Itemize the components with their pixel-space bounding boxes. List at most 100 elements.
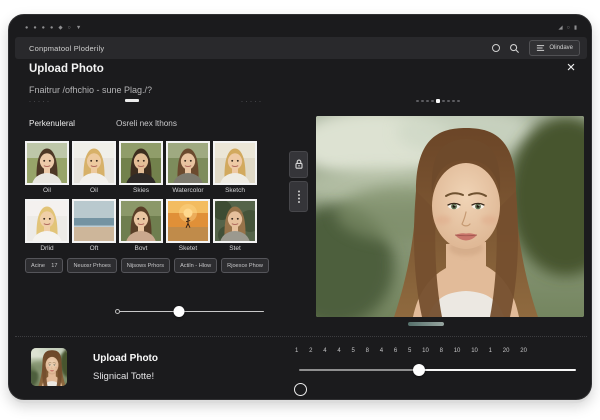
page-subtitle: Fnaitrur /ofhchio - sune Plag./? (29, 85, 153, 95)
style-thumb-image (72, 199, 116, 243)
tab-other-styles[interactable]: Osreli nex lthons (116, 119, 177, 128)
style-thumb[interactable]: Oft (72, 199, 116, 252)
style-row-1: Oil Oil Skies Watercolor Sketch (25, 141, 257, 194)
style-thumb-image (213, 199, 257, 243)
pager-dot (431, 99, 434, 102)
kebab-menu-icon (297, 190, 300, 203)
tablet-device: ● ● ● ● ◆ ○ ▼ ◢ ○ ▮ Conpmatool Ploderily Olindav… (8, 14, 592, 400)
pager-dot (447, 99, 450, 102)
status-icon: ◆ (58, 25, 63, 31)
style-strength-slider[interactable] (115, 305, 264, 318)
filter-chip[interactable]: Nijsows Prhors (120, 258, 171, 273)
app-toolbar: Conpmatool Ploderily Olindave (15, 37, 587, 59)
style-thumb[interactable]: Sketet (166, 199, 210, 252)
bottom-subtitle: Slignical Totte! (93, 371, 155, 382)
status-icon: ● (49, 25, 54, 31)
scale-number: 1 (488, 348, 492, 354)
slider-thumb[interactable] (173, 306, 185, 317)
slider-start-marker (115, 309, 120, 314)
style-thumb[interactable]: Sketch (213, 141, 257, 194)
scale-number: 8 (365, 348, 369, 354)
status-icon: ▮ (573, 25, 577, 31)
page-title: Upload Photo (29, 63, 104, 75)
avatar[interactable] (31, 348, 67, 386)
style-thumb[interactable]: Drlid (25, 199, 69, 252)
style-thumb-label: Stet (229, 245, 241, 252)
app-title: Conpmatool Ploderily (29, 43, 105, 53)
scale-number: 5 (351, 348, 355, 354)
style-thumb-label: Bovt (134, 245, 148, 252)
record-icon[interactable] (492, 44, 501, 52)
filter-chip[interactable]: Rjoexce Phow (221, 258, 269, 273)
scale-number: 10 (453, 348, 461, 354)
style-row-2: Drlid Oft Bovt Sketet Stet (25, 199, 257, 252)
style-thumb-image (166, 199, 210, 243)
filter-chip[interactable]: Neuosr Prhoes (67, 258, 117, 273)
filter-chip[interactable]: Actiln - Hlow (174, 258, 218, 273)
status-icon: ○ (566, 25, 570, 31)
count-scale: 1 2 4 4 5 8 4 6 5 10 8 10 10 1 20 20 (295, 348, 527, 354)
style-thumb-image (25, 199, 69, 243)
scale-number: 8 (439, 348, 443, 354)
home-button[interactable] (294, 383, 307, 396)
style-thumb-image (119, 141, 163, 185)
side-toolbar (289, 151, 308, 215)
scale-number: 1 (295, 348, 299, 354)
status-icon: ▼ (75, 25, 82, 31)
dots-decoration-right: ····· (241, 99, 264, 105)
count-slider[interactable] (299, 363, 576, 376)
preview-scroll-indicator[interactable] (408, 322, 444, 326)
scale-number: 20 (502, 348, 510, 354)
slider-thumb[interactable] (412, 363, 425, 376)
style-thumb[interactable]: Watercolor (166, 141, 210, 194)
more-button[interactable] (289, 181, 308, 212)
style-thumb-image (166, 141, 210, 185)
slider-track (418, 368, 576, 372)
filter-chips: Acine 17 Neuosr Prhoes Nijsows Prhors Actil… (25, 258, 269, 273)
slider-track (116, 310, 264, 313)
lock-icon (294, 159, 303, 169)
status-icon: ● (41, 25, 45, 31)
scale-number: 6 (393, 348, 398, 354)
style-thumb[interactable]: Bovt (119, 199, 163, 252)
status-icon: ○ (67, 25, 71, 31)
toolbar-actions: Olindave (492, 40, 587, 56)
bottom-title: Upload Photo (93, 353, 158, 364)
style-thumb[interactable]: Stet (213, 199, 257, 252)
style-thumb-image (213, 141, 257, 185)
scale-number: 4 (337, 348, 341, 354)
preview-image (316, 116, 584, 317)
style-thumb-label: Drlid (40, 245, 54, 252)
status-icon: ● (25, 25, 29, 31)
search-icon[interactable] (509, 43, 520, 54)
style-thumb-label: Sketch (225, 187, 245, 194)
filter-chip[interactable]: Acine 17 (25, 258, 64, 273)
tab-indicator (125, 99, 139, 102)
style-thumb-image (72, 141, 116, 185)
dots-decoration-left: ····· (29, 99, 52, 105)
style-thumb[interactable]: Oil (25, 141, 69, 194)
tab-personal[interactable]: Perkenuleral (29, 119, 75, 128)
scale-number: 4 (323, 348, 327, 354)
scale-number: 10 (471, 348, 478, 354)
style-thumb-label: Oft (89, 245, 99, 252)
pager-dot (436, 99, 440, 103)
pager-dot (426, 99, 429, 102)
overflow-label: Olindave (549, 45, 573, 51)
style-thumb[interactable]: Oil (72, 141, 116, 194)
pager-dot (421, 99, 424, 102)
pager-dots (416, 99, 464, 103)
style-thumb[interactable]: Skies (119, 141, 163, 194)
divider (15, 336, 587, 337)
style-thumb-label: Oil (90, 187, 98, 194)
scale-number: 2 (309, 348, 313, 354)
status-icon: ● (33, 25, 37, 31)
style-tabs: Perkenuleral Osreli nex lthons (29, 119, 177, 128)
status-icons-right: ◢ ○ ▮ (558, 23, 577, 33)
filter-lines-icon (537, 45, 545, 51)
lock-button[interactable] (289, 151, 308, 178)
style-thumb-label: Oil (43, 187, 51, 194)
close-icon[interactable]: × (563, 60, 579, 76)
slider-track-filled (299, 368, 419, 371)
overflow-button[interactable]: Olindave (529, 40, 580, 56)
